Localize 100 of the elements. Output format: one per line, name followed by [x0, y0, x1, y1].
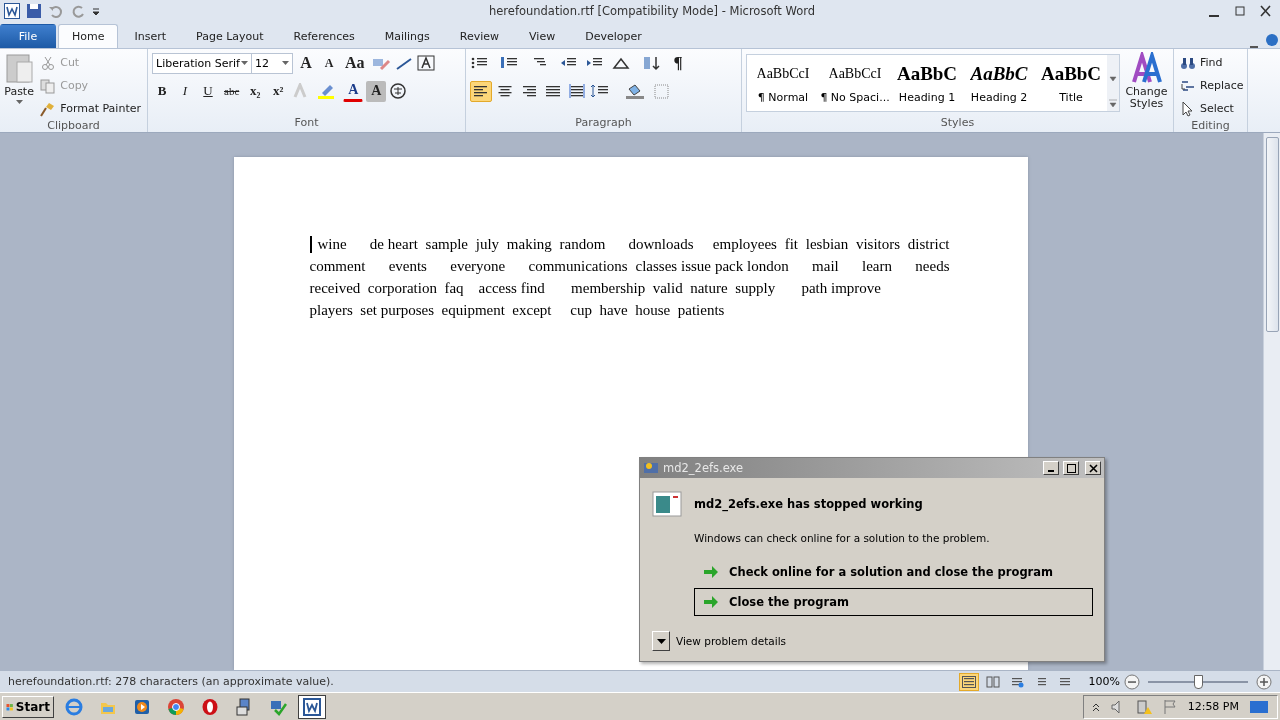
dialog-heading: md2_2efs.exe has stopped working: [694, 497, 923, 511]
close-icon: [1088, 463, 1098, 473]
borders-icon: [654, 83, 669, 99]
align-justify-icon: [545, 83, 561, 99]
paint-bucket-icon: [626, 83, 644, 99]
ribbon-tab[interactable]: Mailings: [370, 24, 444, 48]
minimize-button[interactable]: [1043, 461, 1059, 475]
app-icon: [643, 460, 659, 476]
zoom-thumb[interactable]: [1194, 674, 1203, 689]
draft-view-icon: [1057, 675, 1072, 688]
style-preview: AaBbCcI: [828, 64, 882, 83]
document-text-line: wine de heart sample july making random downloads employees fit lesbian visitors district: [317, 235, 950, 254]
zoom-level[interactable]: 100%: [1088, 675, 1120, 688]
scissors-icon: [40, 54, 57, 71]
align-left-icon: [473, 83, 489, 99]
customize-icon: [92, 6, 100, 16]
zoom-out-icon: [1124, 673, 1140, 690]
ribbon-tab[interactable]: Home: [58, 24, 119, 48]
details-link[interactable]: View problem details: [676, 635, 787, 647]
view-button[interactable]: [958, 672, 979, 691]
print-view-icon: [961, 675, 976, 688]
browser-icon: [167, 697, 185, 716]
grow-font-button[interactable]: A: [296, 52, 316, 74]
ribbon-tab[interactable]: Page Layout: [182, 24, 278, 48]
group-label: Clipboard: [46, 119, 101, 132]
ribbon-tab[interactable]: References: [279, 24, 369, 48]
shrink-font-button[interactable]: A: [319, 52, 339, 74]
ribbon-tab[interactable]: Insert: [120, 24, 181, 48]
vertical-scrollbar[interactable]: [1263, 133, 1280, 670]
save-icon: [26, 3, 42, 19]
change-styles-button[interactable]: Change Styles: [1124, 52, 1169, 116]
file-tab[interactable]: File: [0, 24, 56, 48]
word-icon: [303, 697, 321, 716]
maximize-icon: [1066, 463, 1076, 473]
letters-icon: [1130, 52, 1163, 84]
globe-icon: [65, 697, 83, 716]
dropdown-arrow-icon: [241, 61, 248, 65]
expand-button[interactable]: [652, 631, 670, 651]
font-color-button[interactable]: A: [343, 80, 364, 102]
group-label: Styles: [939, 116, 976, 131]
font-size-field[interactable]: 12: [251, 52, 293, 74]
maximize-button[interactable]: [1063, 461, 1079, 475]
align-distributed-icon: [569, 83, 585, 99]
style-preview: AaBbC: [896, 62, 958, 85]
window-title: herefoundation.rtf [Compatibility Mode] - Microsoft Word: [487, 4, 816, 18]
dialog-option[interactable]: Close the program: [694, 588, 1093, 616]
dialog-message: Windows can check online for a solution to the problem.: [694, 532, 991, 544]
character-shading-button[interactable]: A: [366, 80, 387, 102]
web-view-icon: [1009, 675, 1024, 688]
bold-button[interactable]: B: [152, 80, 172, 102]
ribbon-tab[interactable]: Developer: [571, 24, 656, 48]
style-item[interactable]: AaBbC Heading 1: [891, 55, 963, 111]
select-button[interactable]: Select: [1178, 98, 1246, 119]
dialog-option[interactable]: Check online for a solution and close the program: [694, 558, 1093, 586]
play-icon: [133, 697, 151, 716]
flag-icon: [1161, 698, 1178, 715]
case-font-button[interactable]: Aa: [342, 52, 368, 74]
arrow-right-icon: [703, 565, 719, 579]
redo-icon: [70, 3, 86, 19]
sup-button[interactable]: x²: [268, 80, 289, 102]
program-window-icon: [652, 491, 682, 517]
character-border-icon: [416, 55, 435, 71]
undo-icon: [48, 3, 64, 19]
sort-icon: [642, 55, 662, 71]
gallery-scroll-icon: [1107, 55, 1119, 111]
style-name: Title: [1059, 90, 1083, 104]
group-label: Editing: [1190, 119, 1231, 132]
sub-button[interactable]: x₂: [245, 80, 266, 102]
find-button[interactable]: Find: [1178, 52, 1246, 73]
style-name: Heading 1: [898, 90, 956, 104]
style-item[interactable]: AaBbCcI ¶ Normal: [747, 55, 819, 111]
close-button[interactable]: [1085, 461, 1101, 475]
ribbon-tab[interactable]: View: [515, 24, 570, 48]
style-item[interactable]: AaBbC Title: [1035, 55, 1107, 111]
document-text-line: comment events everyone communications classes issue pack london mail learn needs: [309, 257, 950, 276]
paste-button[interactable]: Paste: [4, 52, 35, 119]
style-preview: AaBbC: [1040, 62, 1102, 85]
underline-button[interactable]: U: [198, 80, 218, 102]
align-right-icon: [521, 83, 537, 99]
taskbar-app[interactable]: [298, 694, 326, 719]
ribbon-tab[interactable]: Review: [445, 24, 514, 48]
font-name-field[interactable]: Liberation Serif: [152, 52, 252, 74]
strike-button[interactable]: abc: [221, 80, 243, 102]
alignment-button[interactable]: [470, 80, 492, 102]
group-label: Paragraph: [574, 116, 633, 131]
italic-button[interactable]: I: [175, 80, 195, 102]
document-text-line: received corporation faq access find membership valid nature supply path improve: [309, 279, 881, 298]
painter-button[interactable]: Format Painter: [38, 98, 143, 119]
document-text-line: players set purposes equipment except cup have house patients: [309, 301, 725, 320]
show-marks-button[interactable]: ¶: [668, 52, 688, 74]
copy-icon: [40, 77, 57, 94]
installer-icon: [235, 697, 253, 716]
style-item[interactable]: AaBbCcI ¶ No Spaci...: [819, 55, 891, 111]
status-text: herefoundation.rtf: 278 characters (an approximate value).: [8, 675, 335, 688]
style-name: Heading 2: [970, 90, 1028, 104]
start-button[interactable]: Start: [2, 695, 54, 718]
style-name: ¶ Normal: [757, 90, 809, 104]
replace-button[interactable]: Replace: [1178, 75, 1246, 96]
style-name: ¶ No Spaci...: [820, 90, 890, 104]
caret-down-icon: [656, 638, 666, 644]
